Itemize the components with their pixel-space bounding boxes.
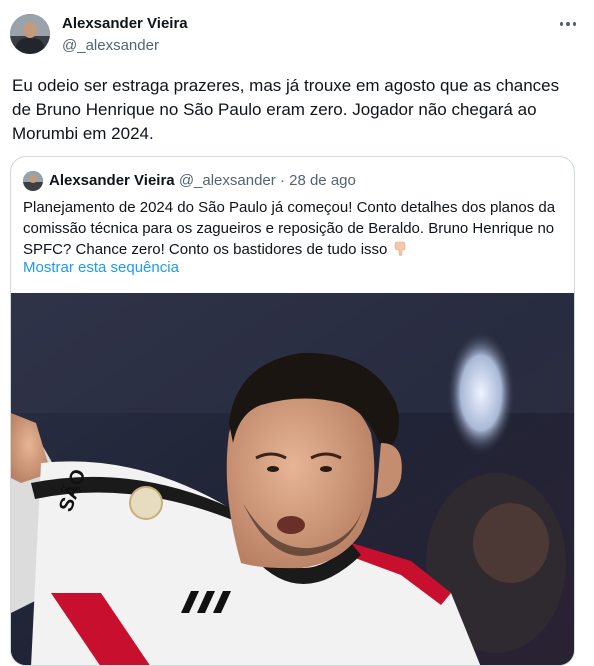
quoted-header: Alexsander Vieira @_alexsander · 28 de a… [49,172,356,189]
quoted-author-handle[interactable]: @_alexsander [179,172,276,189]
quoted-avatar[interactable] [23,171,43,191]
quoted-photo[interactable]: SÃO [11,293,574,665]
author-handle[interactable]: @_alexsander [62,37,159,54]
quoted-author-name[interactable]: Alexsander Vieira [49,172,175,189]
quoted-date[interactable]: 28 de ago [289,172,356,189]
player-photo-image: SÃO [11,293,574,665]
author-name[interactable]: Alexsander Vieira [62,15,188,32]
tweet-text: Eu odeio ser estraga prazeres, mas já tr… [12,76,560,143]
show-thread-link[interactable]: Mostrar esta sequência [23,259,179,276]
pointing-down-emoji [394,241,405,256]
avatar[interactable] [10,14,50,54]
quoted-text-block: Planejamento de 2024 do São Paulo já com… [23,197,568,260]
tweet[interactable]: Alexsander Vieira @_alexsander Eu odeio … [0,0,594,666]
more-options-icon[interactable] [556,14,580,34]
meta-separator: · [279,172,285,189]
quoted-tweet[interactable]: Alexsander Vieira @_alexsander · 28 de a… [10,156,575,666]
quoted-text: Planejamento de 2024 do São Paulo já com… [23,199,556,258]
